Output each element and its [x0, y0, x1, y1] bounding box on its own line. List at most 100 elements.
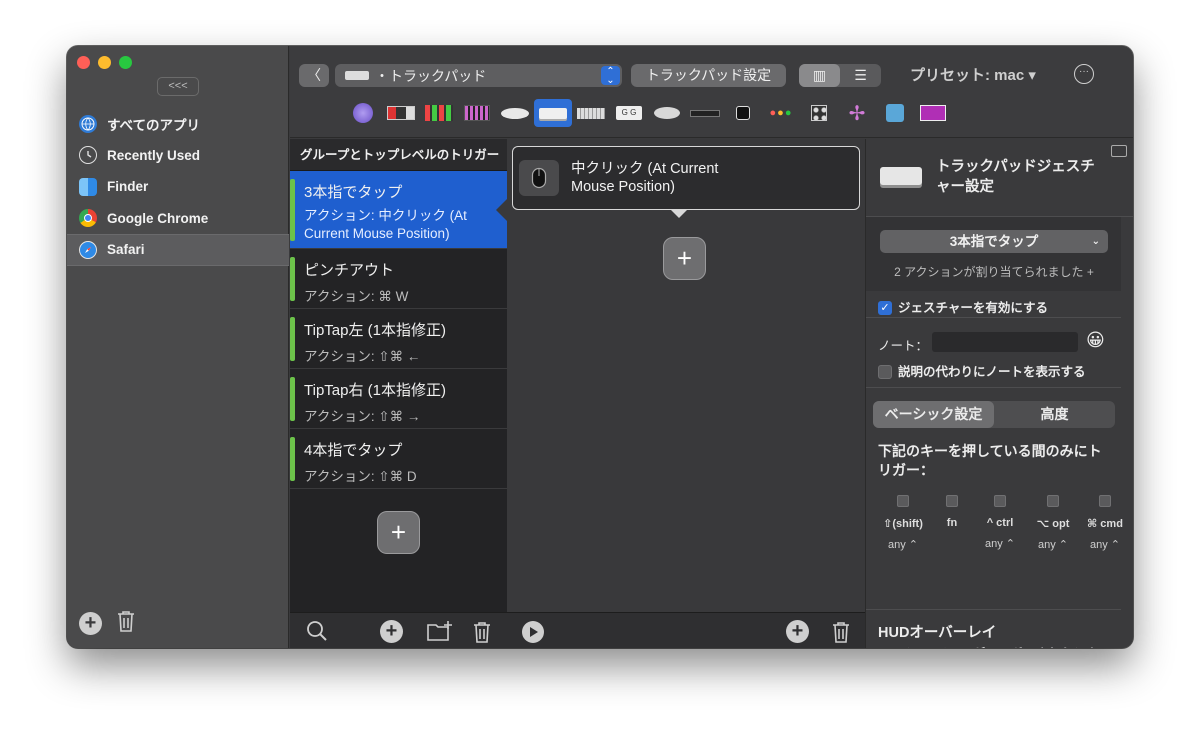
show-note-checkbox[interactable] — [878, 364, 892, 379]
trash-icon[interactable] — [116, 609, 136, 638]
device-select-value: ・トラックパッド — [375, 67, 487, 84]
normal-mouse-icon[interactable] — [648, 99, 686, 127]
sidebar-item-label: Recently Used — [107, 147, 201, 163]
trigger-action: アクション: ⇧⌘ → — [304, 409, 421, 424]
siri-remote-icon[interactable] — [686, 99, 724, 127]
add-action-button[interactable]: + — [663, 237, 706, 280]
add-trigger-button[interactable]: + — [377, 511, 420, 554]
modifier-checkbox[interactable] — [897, 495, 909, 507]
toolbar: 〈 ・トラックパッド ⌃ ⌄ トラックパッド設定 ▥ ☰ プリセット: mac ▾… — [290, 46, 1133, 138]
show-note-row[interactable]: 説明の代わりにノートを表示する — [878, 361, 1086, 381]
modifier-any-select[interactable]: any ⌃ — [1029, 538, 1077, 551]
play-icon[interactable] — [521, 620, 545, 648]
trigger-action: アクション: ⇧⌘ D — [304, 469, 417, 484]
list-view-icon[interactable]: ☰ — [840, 64, 881, 87]
action-label-line2: Mouse Position) — [571, 179, 675, 195]
enable-gesture-checkbox[interactable]: ✓ — [878, 300, 892, 315]
zoom-button[interactable] — [119, 56, 132, 69]
modifier-checkbox[interactable] — [994, 495, 1006, 507]
modifier-checkbox[interactable] — [1047, 495, 1059, 507]
add-trigger-circle-icon[interactable]: + — [380, 620, 403, 643]
magic-mouse-icon[interactable] — [496, 99, 534, 127]
modifier-any-select[interactable]: any ⌃ — [1080, 538, 1130, 551]
touchbar-icon[interactable] — [382, 99, 420, 127]
collapse-sidebar-button[interactable]: <<< — [157, 77, 199, 96]
hud-option-label: ジェスチャーがトリガーされたときに表示 — [878, 647, 1110, 648]
modifier-any-select[interactable]: any ⌃ — [976, 537, 1024, 550]
action-card[interactable]: 中クリック (At Current Mouse Position) — [512, 146, 860, 218]
other-device-icon[interactable] — [914, 99, 952, 127]
modifier-label: ⇧(shift) — [883, 518, 923, 530]
midi-icon[interactable] — [800, 99, 838, 127]
note-label: ノート： — [878, 339, 929, 353]
keyboard-icon[interactable] — [572, 99, 610, 127]
show-note-label: 説明の代わりにノートを表示する — [898, 365, 1086, 379]
trigger-select[interactable]: 3本指でタップ ⌄ — [880, 230, 1108, 253]
view-toggle[interactable]: ▥ ☰ — [799, 64, 881, 87]
sidebar-item-label: すべてのアプリ — [107, 117, 201, 133]
chevron-down-icon: ⌄ — [1091, 236, 1100, 247]
trigger-title: TipTap左 (1本指修正) — [304, 322, 446, 339]
globe-device-icon[interactable] — [344, 99, 382, 127]
modifier-shift[interactable]: ⇧(shift) any ⌃ — [878, 495, 928, 551]
trigger-item-four-finger-tap[interactable]: 4本指でタップ アクション: ⇧⌘ D — [290, 429, 507, 489]
sidebar-item-recently-used[interactable]: Recently Used — [67, 140, 289, 172]
device-select[interactable]: ・トラックパッド ⌃ ⌄ — [335, 64, 622, 87]
emoji-picker-icon[interactable]: 😀 — [1086, 330, 1105, 351]
key-sequence-icon[interactable]: G G — [610, 99, 648, 127]
automation-icon[interactable] — [876, 99, 914, 127]
trigger-item-tiptap-left[interactable]: TipTap左 (1本指修正) アクション: ⇧⌘ ← — [290, 309, 507, 369]
columns-view-icon[interactable]: ▥ — [799, 64, 840, 87]
assigned-actions-text[interactable]: 2 アクションが割り当てられました + — [866, 263, 1122, 280]
stream-deck-icon[interactable] — [420, 99, 458, 127]
trigger-item-pinch-out[interactable]: ピンチアウト アクション: ⌘ W — [290, 249, 507, 309]
window-icon[interactable] — [1111, 145, 1127, 157]
minimize-button[interactable] — [98, 56, 111, 69]
enable-gesture-row[interactable]: ✓ ジェスチャーを有効にする — [878, 297, 1048, 317]
app-list: すべてのアプリ Recently Used Finder Google Chro… — [67, 108, 289, 266]
search-icon[interactable] — [306, 620, 328, 647]
add-action-circle-icon[interactable]: + — [786, 620, 809, 643]
trigger-title: 4本指でタップ — [304, 442, 403, 459]
window-buttons-icon[interactable]: ●●● — [762, 99, 800, 127]
more-options-icon[interactable]: ··· — [1074, 64, 1094, 84]
trackpad-settings-button[interactable]: トラックパッド設定 — [631, 64, 786, 87]
app-window: <<< すべてのアプリ Recently Used Finder Google … — [67, 46, 1133, 648]
drawing-icon[interactable]: ✢ — [838, 99, 876, 127]
tab-basic[interactable]: ベーシック設定 — [873, 401, 994, 428]
sidebar-item-finder[interactable]: Finder — [67, 171, 289, 203]
trackpad-icon[interactable] — [534, 99, 572, 127]
sidebar-item-label: Safari — [107, 242, 145, 258]
modifier-cmd[interactable]: ⌘ cmd any ⌃ — [1080, 495, 1130, 551]
sidebar-item-google-chrome[interactable]: Google Chrome — [67, 203, 289, 235]
inspector-panel: トラックパッドジェスチャー設定 3本指でタップ ⌄ 2 アクションが割り当てられ… — [865, 139, 1133, 648]
modifier-checkbox[interactable] — [1099, 495, 1111, 507]
modifier-opt[interactable]: ⌥ opt any ⌃ — [1029, 495, 1077, 551]
finder-icon — [79, 177, 97, 196]
add-app-button[interactable]: + — [79, 612, 102, 635]
trigger-item-tiptap-right[interactable]: TipTap右 (1本指修正) アクション: ⇧⌘ → — [290, 369, 507, 429]
delete-action-icon[interactable] — [831, 620, 851, 648]
preset-menu[interactable]: プリセット: mac ▾ — [910, 64, 1036, 87]
add-folder-icon[interactable] — [426, 620, 454, 647]
delete-trigger-icon[interactable] — [472, 620, 492, 648]
modifier-fn[interactable]: fn — [940, 495, 964, 537]
note-input[interactable] — [932, 332, 1078, 352]
trigger-title: TipTap右 (1本指修正) — [304, 382, 446, 399]
sidebar-item-label: Finder — [107, 179, 149, 195]
keypad-icon[interactable] — [458, 99, 496, 127]
tab-advanced[interactable]: 高度 — [994, 401, 1115, 428]
modifier-any-select[interactable]: any ⌃ — [878, 538, 928, 551]
back-button[interactable]: 〈 — [299, 64, 329, 87]
clock-icon — [79, 146, 97, 165]
close-button[interactable] — [77, 56, 90, 69]
modifier-checkbox[interactable] — [946, 495, 958, 507]
modifier-label: ^ ctrl — [986, 517, 1014, 529]
sidebar-item-all-apps[interactable]: すべてのアプリ — [67, 108, 289, 140]
trigger-item-three-finger-tap[interactable]: 3本指でタップ アクション: 中クリック (At Current Mouse P… — [290, 171, 507, 249]
sidebar-item-safari[interactable]: Safari — [67, 234, 289, 266]
modifier-ctrl[interactable]: ^ ctrl any ⌃ — [976, 495, 1024, 550]
hud-option-row[interactable]: ジェスチャーがトリガーされたときに表示 — [878, 646, 1118, 648]
notch-icon[interactable] — [724, 99, 762, 127]
modifier-heading: 下記のキーを押している間のみにトリガー： — [878, 443, 1102, 478]
